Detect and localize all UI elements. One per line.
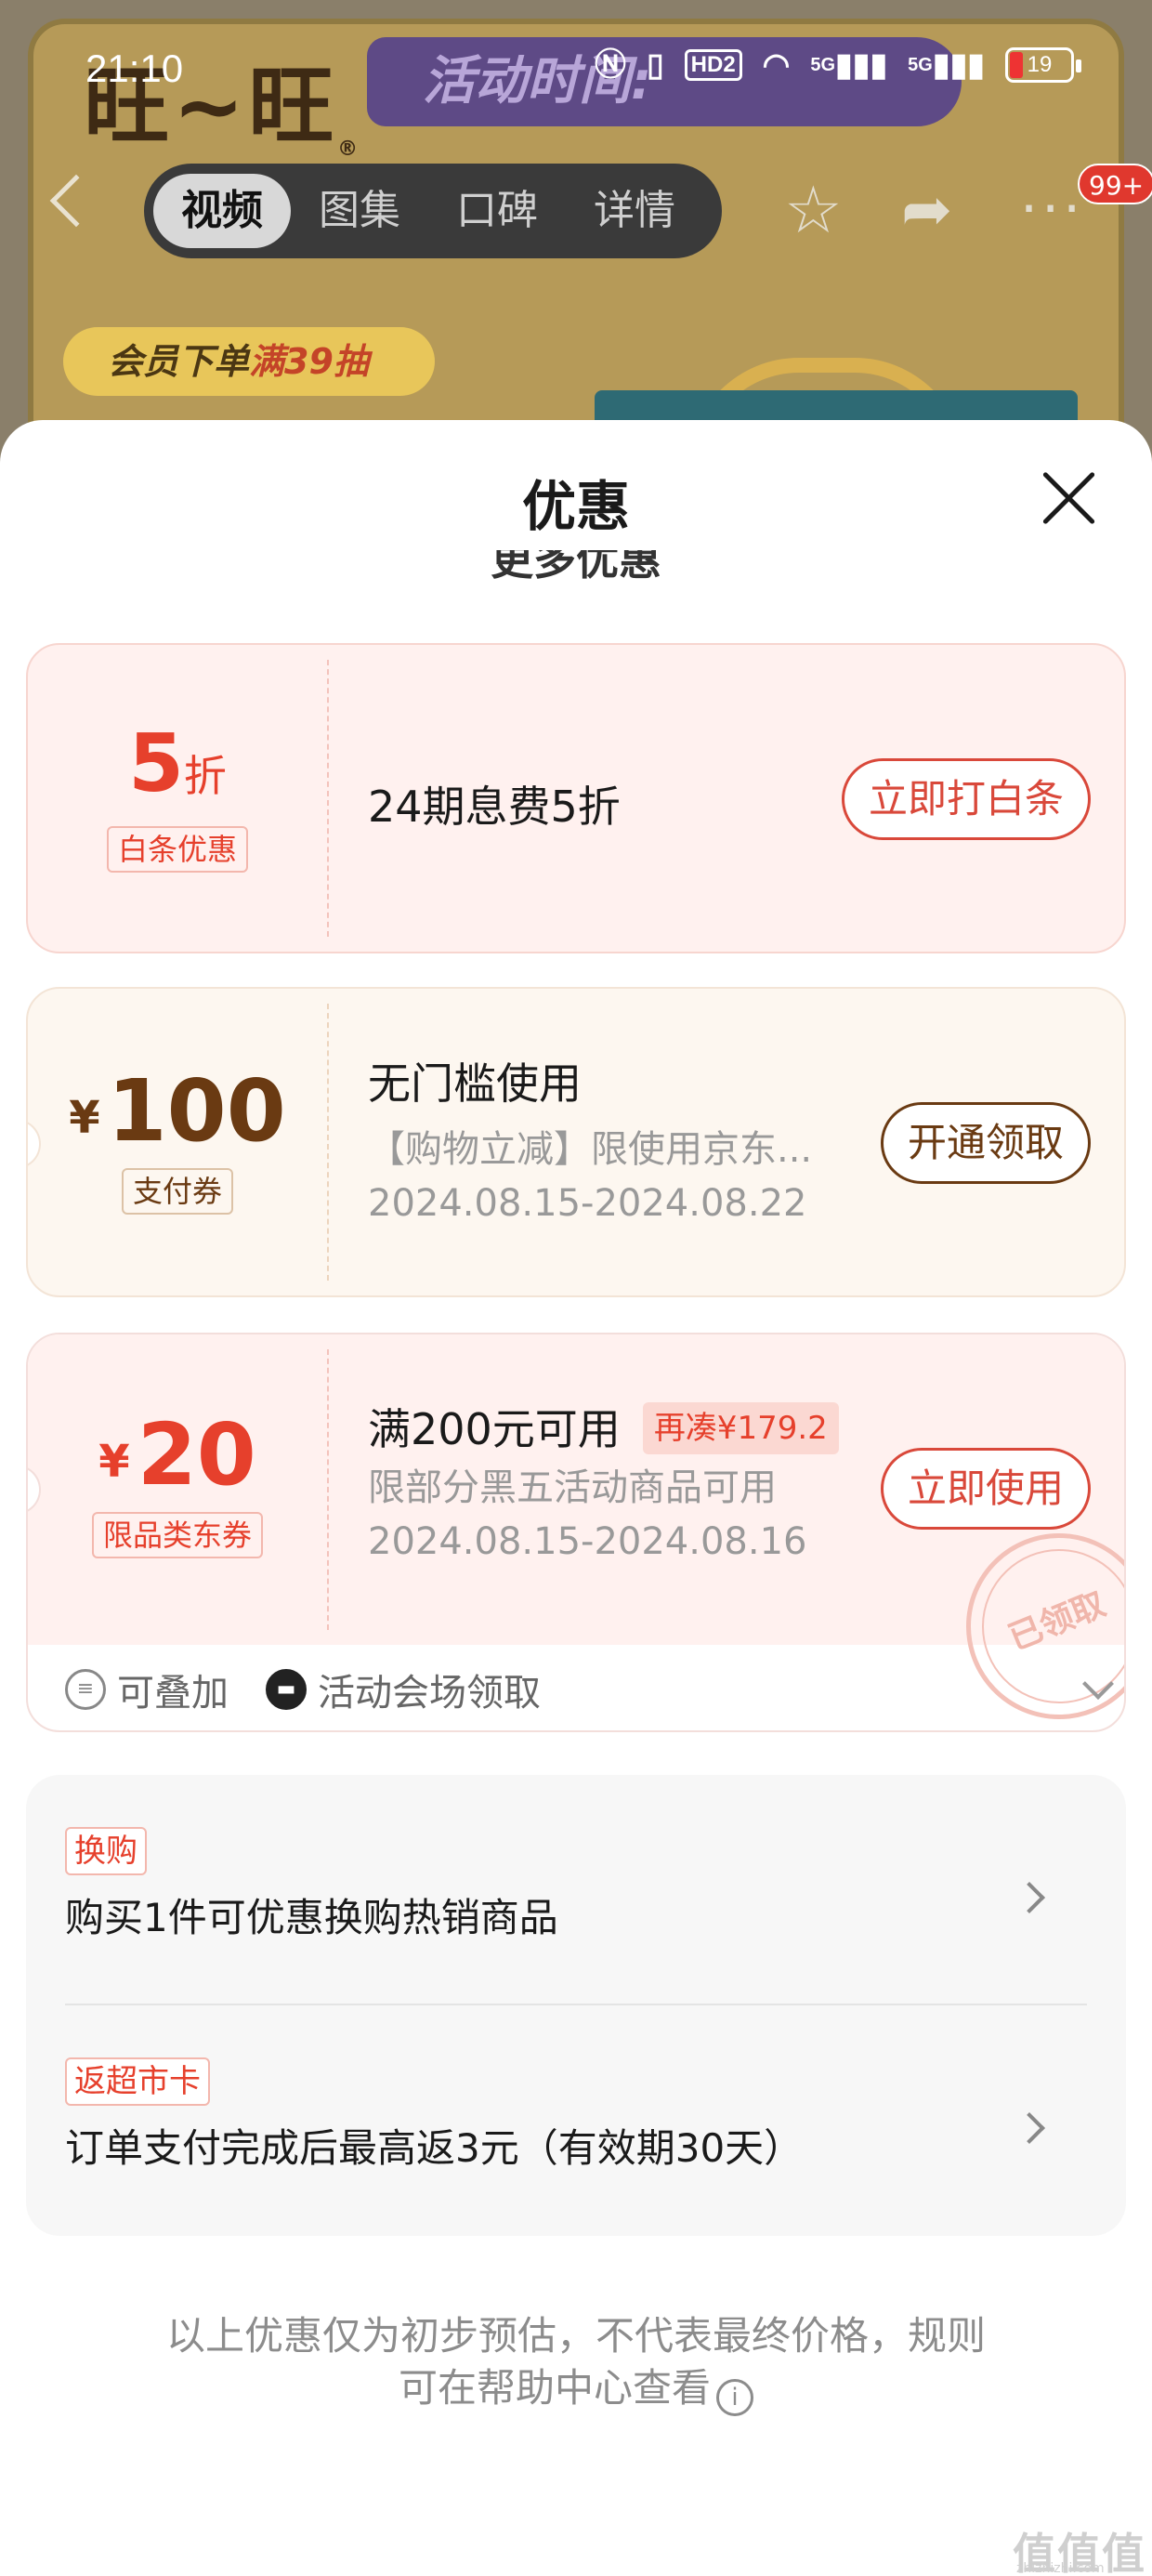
perks-card: 换购 购买1件可优惠换购热销商品 返超市卡 订单支付完成后最高返3元（有效期30…: [26, 1775, 1126, 2236]
coupon-divider: [327, 660, 329, 937]
perk-row-cashback[interactable]: 返超市卡 订单支付完成后最高返3元（有效期30天）: [65, 2057, 1087, 2174]
perk-tag: 返超市卡: [65, 2057, 210, 2106]
perk-text: 订单支付完成后最高返3元（有效期30天）: [65, 2125, 804, 2171]
perk-text: 购买1件可优惠换购热销商品: [65, 1895, 558, 1940]
wifi-icon: ◠: [762, 47, 791, 83]
coupon-type-tag: 支付券: [121, 1168, 233, 1215]
coupon-baitiao: 5折 白条优惠 24期息费5折 立即打白条: [26, 643, 1126, 953]
nav-tabs: 视频 图集 口碑 详情: [144, 164, 722, 258]
coupon-amount: ¥100: [69, 1061, 286, 1161]
stackable-label: ≡ 可叠加: [65, 1663, 229, 1716]
perk-tag: 换购: [65, 1827, 147, 1875]
use-now-button[interactable]: 立即使用: [881, 1448, 1091, 1530]
tab-reviews[interactable]: 口碑: [428, 174, 566, 248]
nfc-icon: Ⓝ: [594, 47, 626, 83]
tab-details[interactable]: 详情: [566, 174, 703, 248]
coupon-footer[interactable]: ≡ 可叠加 ▬ 活动会场领取: [28, 1645, 1124, 1730]
venue-claim-label: ▬ 活动会场领取: [266, 1663, 541, 1716]
coupon-title: 24期息费5折: [368, 782, 621, 832]
stack-icon: ≡: [65, 1669, 106, 1710]
use-baitiao-button[interactable]: 立即打白条: [842, 758, 1091, 840]
more-icon[interactable]: ···: [1020, 177, 1084, 242]
close-icon[interactable]: [1039, 468, 1098, 528]
coupon-payment: ¥100 支付券 无门槛使用 【购物立减】限使用京东... 2024.08.15…: [26, 987, 1126, 1297]
section-heading-more-discounts: 更多优惠: [491, 550, 661, 580]
status-bar: 21:10 Ⓝ ▯ HD2 ◠ 5G▮▮▮ 5G▮▮▮ 19: [0, 37, 1152, 102]
signal-5g-icon: 5G▮▮▮: [810, 47, 888, 83]
signal-5g-icon: 5G▮▮▮: [908, 47, 985, 83]
coupon-description: 【购物立减】限使用京东...: [368, 1128, 813, 1171]
chevron-down-icon[interactable]: [1082, 1668, 1114, 1700]
battery-icon: 19: [1005, 47, 1081, 83]
status-time: 21:10: [85, 46, 184, 90]
coupon-amount: ¥20: [98, 1405, 256, 1505]
coupon-type-tag: 白条优惠: [106, 826, 248, 873]
tab-gallery[interactable]: 图集: [291, 174, 428, 248]
coupon-validity: 2024.08.15-2024.08.16: [368, 1520, 807, 1563]
remaining-amount-tag: 再凑¥179.2: [642, 1402, 839, 1454]
info-icon[interactable]: i: [716, 2379, 753, 2416]
member-banner: 会员下单满39抽: [63, 327, 435, 396]
coupon-type-tag: 限品类东券: [91, 1512, 263, 1558]
message-badge: 99+: [1078, 164, 1152, 204]
ticket-icon: ▬: [266, 1669, 307, 1710]
coupon-description: 限部分黑五活动商品可用: [368, 1466, 777, 1509]
vibrate-icon: ▯: [646, 47, 664, 83]
perk-row-exchange[interactable]: 换购 购买1件可优惠换购热销商品: [65, 1827, 1087, 1943]
divider: [65, 2004, 1087, 2005]
watermark-url: zhizhizhi.com: [1016, 2561, 1105, 2576]
coupon-category: ¥20 限品类东券 满200元可用 再凑¥179.2 限部分黑五活动商品可用 20…: [26, 1333, 1126, 1732]
coupon-title: 无门槛使用: [368, 1058, 582, 1109]
sheet-title: 优惠: [521, 475, 630, 538]
favorite-star-icon[interactable]: ☆: [784, 173, 843, 247]
share-icon[interactable]: ➦: [901, 173, 952, 247]
disclaimer: 以上优惠仅为初步预估，不代表最终价格，规则 可在帮助中心查看 i: [111, 2310, 1041, 2416]
coupon-divider: [327, 1004, 329, 1281]
coupon-title: 满200元可用 再凑¥179.2: [368, 1396, 839, 1457]
coupon-amount: 5折: [128, 717, 227, 810]
coupon-validity: 2024.08.15-2024.08.22: [368, 1182, 807, 1225]
activate-claim-button[interactable]: 开通领取: [881, 1102, 1091, 1184]
hd-icon: HD2: [684, 49, 742, 81]
tab-video[interactable]: 视频: [153, 174, 291, 248]
coupon-divider: [327, 1349, 329, 1630]
